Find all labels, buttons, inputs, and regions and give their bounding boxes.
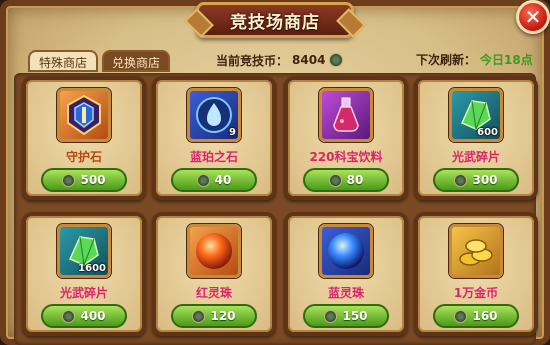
shop-item-card[interactable]: 红灵珠 120: [152, 212, 276, 336]
page-title: 竞技场商店: [230, 12, 320, 33]
item-icon-box: 9: [187, 88, 241, 142]
shop-item-card[interactable]: 1万金币 160: [414, 212, 538, 336]
item-icon-box: [57, 88, 111, 142]
potion-flask-icon: [322, 91, 370, 139]
arena-coin-icon: [192, 309, 206, 323]
refresh-label: 下次刷新：: [416, 53, 477, 67]
tab-exchange-shop[interactable]: 兑换商店: [102, 50, 170, 72]
arena-coin-icon: [62, 173, 76, 187]
currency-display: 当前竞技币： 8404: [216, 51, 344, 69]
shop-item-card[interactable]: 9 蓝珀之石 40: [152, 76, 276, 200]
item-quantity: 1600: [78, 263, 106, 274]
close-button[interactable]: ✕: [516, 0, 550, 34]
item-price: 150: [342, 309, 368, 323]
item-price: 120: [210, 309, 236, 323]
item-name: 光武碎片: [451, 150, 500, 164]
tab-label: 兑换商店: [112, 56, 161, 70]
item-name: 光武碎片: [59, 286, 108, 300]
item-price: 160: [472, 309, 498, 323]
item-price: 400: [80, 309, 106, 323]
buy-button[interactable]: 300: [433, 168, 519, 192]
item-price: 40: [214, 173, 232, 187]
item-icon-box: [319, 224, 373, 278]
shop-item-card[interactable]: 600 光武碎片 300: [414, 76, 538, 200]
buy-button[interactable]: 40: [171, 168, 257, 192]
arena-coin-icon: [454, 173, 468, 187]
item-name: 220科宝饮料: [309, 150, 383, 164]
tab-special-shop[interactable]: 特殊商店: [28, 50, 98, 72]
item-name: 蓝灵珠: [327, 286, 364, 300]
item-name: 守护石: [65, 150, 102, 164]
guardian-stone-icon: [60, 91, 108, 139]
buy-button[interactable]: 160: [433, 304, 519, 328]
shop-item-card[interactable]: 守护石 500: [22, 76, 146, 200]
buy-button[interactable]: 120: [171, 304, 257, 328]
item-quantity: 600: [477, 127, 498, 138]
item-icon-box: [449, 224, 503, 278]
item-price: 80: [346, 173, 364, 187]
shop-item-card[interactable]: 1600 光武碎片 400: [22, 212, 146, 336]
arena-coin-icon: [196, 173, 210, 187]
blue-spirit-orb-icon: [322, 227, 370, 275]
shop-item-card[interactable]: 蓝灵珠 150: [284, 212, 408, 336]
red-spirit-orb-icon: [190, 227, 238, 275]
arena-coin-icon: [324, 309, 338, 323]
item-name: 蓝珀之石: [189, 150, 238, 164]
item-price: 300: [472, 173, 498, 187]
item-icon-box: [319, 88, 373, 142]
item-price: 500: [80, 173, 106, 187]
arena-coin-icon: [328, 173, 342, 187]
title-plate: 竞技场商店: [196, 2, 354, 38]
item-icon-box: [187, 224, 241, 278]
buy-button[interactable]: 400: [41, 304, 127, 328]
tab-label: 特殊商店: [38, 56, 87, 70]
buy-button[interactable]: 150: [303, 304, 389, 328]
buy-button[interactable]: 500: [41, 168, 127, 192]
currency-value: 8404: [292, 53, 326, 67]
gold-coins-icon: [452, 227, 500, 275]
refresh-display: 下次刷新： 今日18点: [416, 51, 533, 68]
arena-coin-icon: [62, 309, 76, 323]
item-icon-box: 1600: [57, 224, 111, 278]
buy-button[interactable]: 80: [303, 168, 389, 192]
currency-label: 当前竞技币：: [216, 53, 289, 68]
item-name: 1万金币: [453, 286, 499, 300]
shop-item-card[interactable]: 220科宝饮料 80: [284, 76, 408, 200]
refresh-value: 今日18点: [480, 53, 533, 67]
arena-coin-icon: [454, 309, 468, 323]
close-icon: ✕: [524, 5, 542, 29]
arena-coin-icon: [329, 53, 344, 67]
item-name: 红灵珠: [195, 286, 232, 300]
item-quantity: 9: [229, 127, 236, 138]
item-icon-box: 600: [449, 88, 503, 142]
